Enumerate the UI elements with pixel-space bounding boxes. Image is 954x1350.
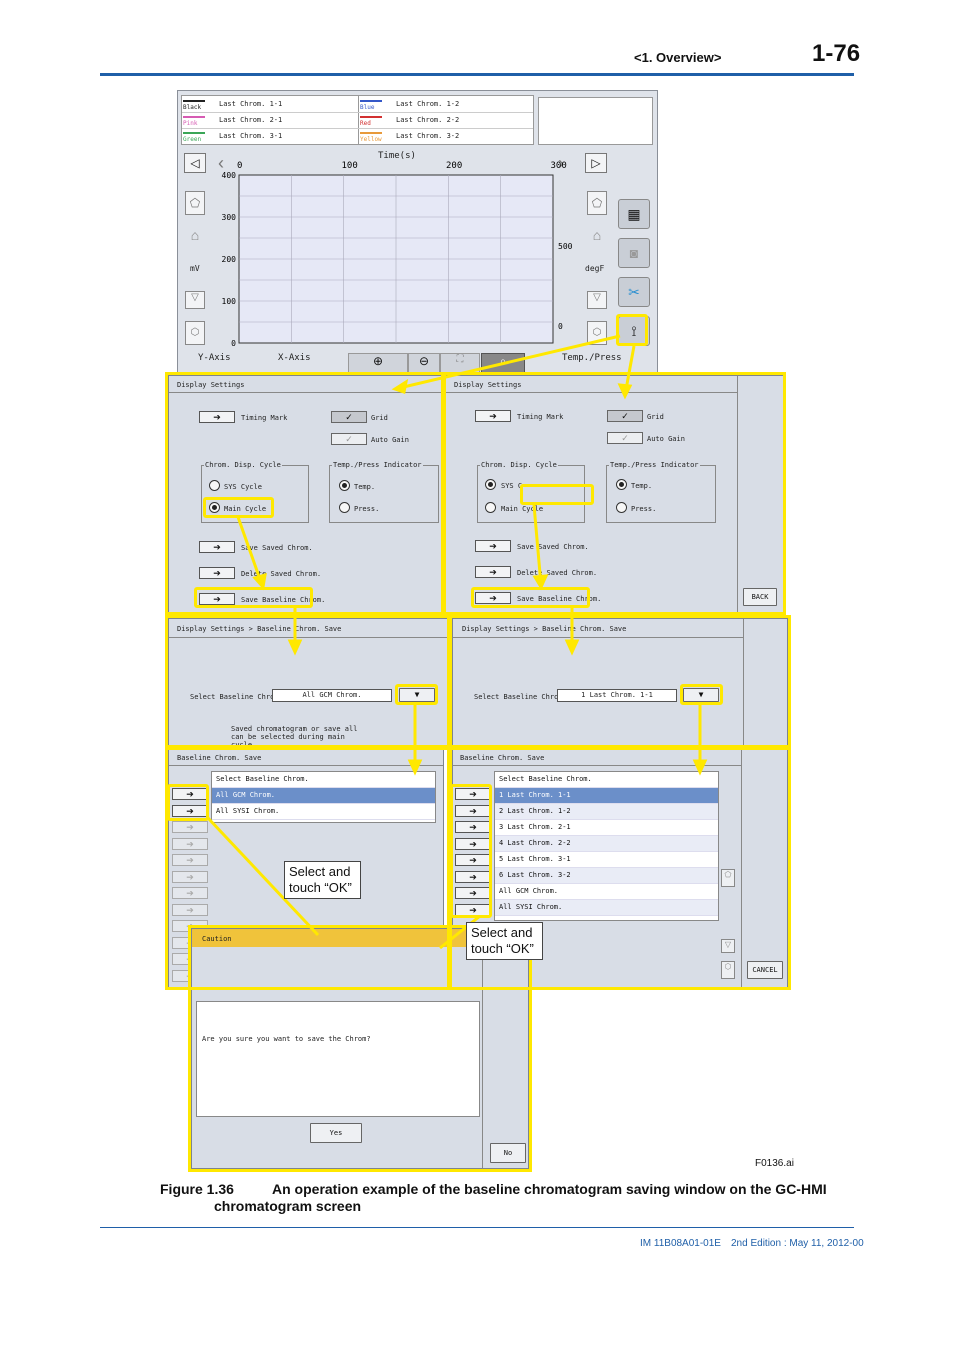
footer-rule	[100, 1227, 854, 1228]
figure-caption-line2: chromatogram screen	[214, 1198, 362, 1214]
figure-file: F0136.ai	[755, 1158, 794, 1169]
connector-lines	[206, 334, 708, 950]
callout-right: Select and touch “OK”	[466, 922, 543, 960]
figure-number: Figure 1.36	[160, 1181, 234, 1197]
footer-edition: 2nd Edition : May 11, 2012-00	[731, 1238, 864, 1249]
callout-left: Select and touch “OK”	[284, 861, 361, 899]
figure-caption-line1: An operation example of the baseline chr…	[272, 1181, 827, 1197]
footer-doc: IM 11B08A01-01E	[640, 1238, 721, 1249]
